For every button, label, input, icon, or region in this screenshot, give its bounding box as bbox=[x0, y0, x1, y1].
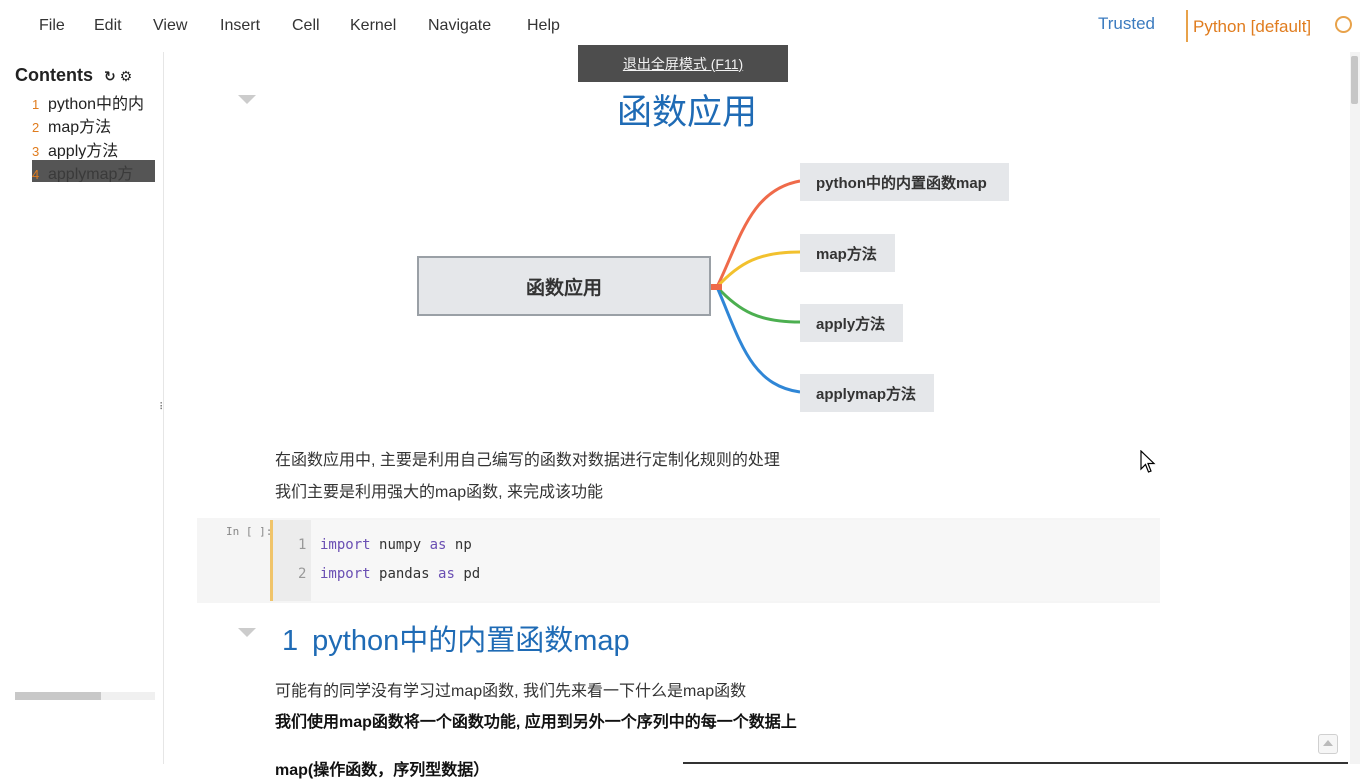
code-module: numpy bbox=[379, 537, 422, 553]
mouse-cursor-icon bbox=[1140, 450, 1156, 473]
mindmap-branch-line-4 bbox=[715, 286, 801, 394]
code-alias: np bbox=[454, 537, 472, 553]
code-keyword: as bbox=[429, 537, 447, 553]
section-1-text-3: map(操作函数，序列型数据） bbox=[275, 762, 490, 779]
code-keyword: import bbox=[320, 537, 371, 553]
mindmap-node-1: python中的内置函数map bbox=[800, 163, 1009, 201]
code-keyword: import bbox=[320, 566, 371, 582]
mindmap-node-2: map方法 bbox=[800, 234, 895, 272]
code-alias: pd bbox=[463, 566, 481, 582]
mindmap-root-node: 函数应用 bbox=[417, 256, 711, 316]
line-number: 1 bbox=[298, 537, 307, 553]
code-editor[interactable] bbox=[273, 520, 1160, 601]
section-1-text-1: 可能有的同学没有学习过map函数, 我们先来看一下什么是map函数 bbox=[275, 683, 747, 700]
line-number: 2 bbox=[298, 566, 307, 582]
mindmap-node-3: apply方法 bbox=[800, 304, 903, 342]
code-module: pandas bbox=[379, 566, 430, 582]
section-1-text-2: 我们使用map函数将一个函数功能, 应用到另外一个序列中的每一个数据上 bbox=[275, 714, 797, 731]
intro-text-1: 在函数应用中, 主要是利用自己编写的函数对数据进行定制化规则的处理 bbox=[275, 452, 780, 469]
mindmap-node-4: applymap方法 bbox=[800, 374, 934, 412]
scroll-to-top-icon[interactable] bbox=[1318, 734, 1338, 754]
section-title: python中的内置函数map bbox=[312, 625, 630, 657]
cell-edit-indicator bbox=[270, 520, 273, 601]
mindmap-root-connector bbox=[710, 284, 722, 290]
intro-text-2: 我们主要是利用强大的map函数, 来完成该功能 bbox=[275, 484, 604, 501]
section-number: 1 bbox=[282, 625, 299, 657]
exit-fullscreen-toast[interactable]: 退出全屏模式 (F11) bbox=[578, 45, 788, 82]
collapse-heading-icon[interactable] bbox=[238, 628, 256, 637]
mindmap-svg bbox=[710, 179, 801, 394]
code-line-1[interactable]: import numpy as np bbox=[320, 537, 472, 553]
mindmap-branch-line-1 bbox=[715, 179, 801, 288]
vertical-scrollbar[interactable] bbox=[1350, 52, 1360, 764]
code-keyword: as bbox=[438, 566, 455, 582]
cell-prompt: In [ ]: bbox=[226, 525, 273, 538]
vertical-scroll-thumb[interactable] bbox=[1351, 56, 1358, 104]
section-1-heading: 1 python中的内置函数map bbox=[282, 617, 630, 659]
line-number-gutter bbox=[273, 520, 311, 601]
code-line-2[interactable]: import pandas as pd bbox=[320, 566, 480, 582]
